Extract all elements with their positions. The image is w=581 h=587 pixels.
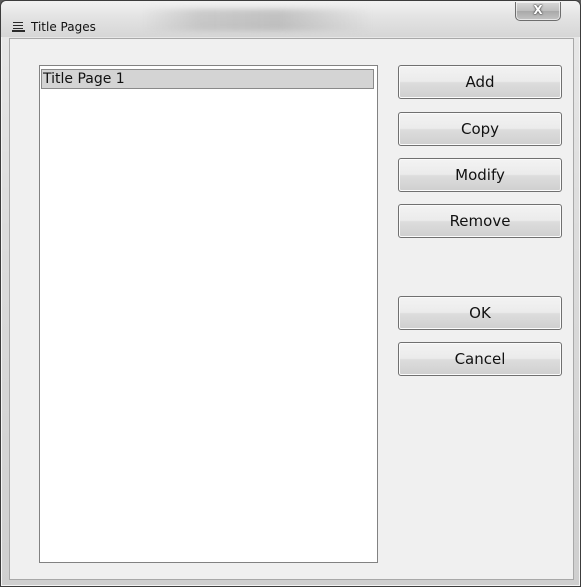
cancel-button[interactable]: Cancel bbox=[398, 342, 562, 376]
ok-button[interactable]: OK bbox=[398, 296, 562, 330]
title-bar[interactable]: Title Pages X bbox=[1, 1, 580, 37]
close-icon: X bbox=[533, 3, 543, 17]
list-item[interactable]: Title Page 1 bbox=[41, 69, 374, 89]
copy-button[interactable]: Copy bbox=[398, 112, 562, 146]
title-bar-background-blur bbox=[141, 9, 371, 31]
title-pages-list[interactable]: Title Page 1 bbox=[39, 65, 378, 563]
window-title: Title Pages bbox=[31, 20, 96, 34]
add-button[interactable]: Add bbox=[398, 65, 562, 99]
dialog-client-area: Title Page 1 Add Copy Modify Remove OK C… bbox=[9, 38, 574, 580]
title-pages-dialog: Title Pages X Title Page 1 Add Copy Modi… bbox=[0, 0, 581, 587]
printer-icon bbox=[12, 21, 25, 33]
close-button[interactable]: X bbox=[515, 2, 561, 21]
remove-button[interactable]: Remove bbox=[398, 204, 562, 238]
modify-button[interactable]: Modify bbox=[398, 158, 562, 192]
